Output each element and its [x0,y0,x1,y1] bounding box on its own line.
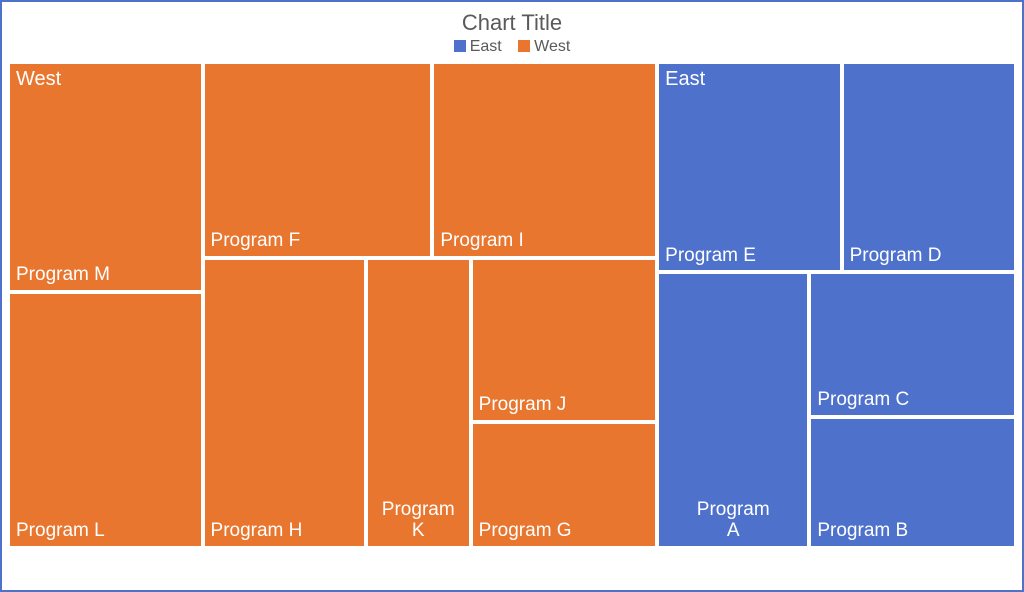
cell-label-program-d: Program D [850,246,942,267]
cell-program-a: Program A [657,272,809,548]
cell-program-l: Program L [8,292,203,548]
chart-legend: East West [8,38,1016,56]
legend-label-west: West [534,38,570,55]
cell-program-d: Program D [842,62,1016,272]
chart-frame: Chart Title East West West Program M Pro… [0,0,1024,592]
cell-program-b: Program B [809,417,1016,548]
cell-program-f: Program F [203,62,433,258]
chart-title: Chart Title [8,10,1016,36]
cell-label-program-e: Program E [665,246,756,267]
cell-label-program-b: Program B [817,521,908,542]
cell-label-program-a: Program A [696,500,770,542]
cell-program-h: Program H [203,258,366,548]
region-label-west: West [16,68,61,91]
cell-label-program-m: Program M [16,265,110,286]
cell-program-k: Program K [366,258,471,548]
legend-swatch-west [518,40,530,52]
cell-label-program-i: Program I [440,231,523,252]
cell-label-program-f: Program F [211,231,301,252]
cell-program-c: Program C [809,272,1016,417]
cell-program-j: Program J [471,258,657,422]
cell-label-program-c: Program C [817,390,909,411]
region-label-east: East [665,68,705,91]
cell-program-m: West Program M [8,62,203,292]
cell-label-program-h: Program H [211,521,303,542]
legend-label-east: East [470,38,502,55]
cell-label-program-l: Program L [16,521,105,542]
cell-program-g: Program G [471,422,657,548]
cell-label-program-j: Program J [479,395,567,416]
cell-label-program-k: Program K [382,500,455,542]
cell-label-program-g: Program G [479,521,572,542]
cell-program-i: Program I [432,62,657,258]
cell-program-e: East Program E [657,62,841,272]
legend-swatch-east [454,40,466,52]
treemap-plot: West Program M Program L Program F Progr… [8,62,1016,548]
